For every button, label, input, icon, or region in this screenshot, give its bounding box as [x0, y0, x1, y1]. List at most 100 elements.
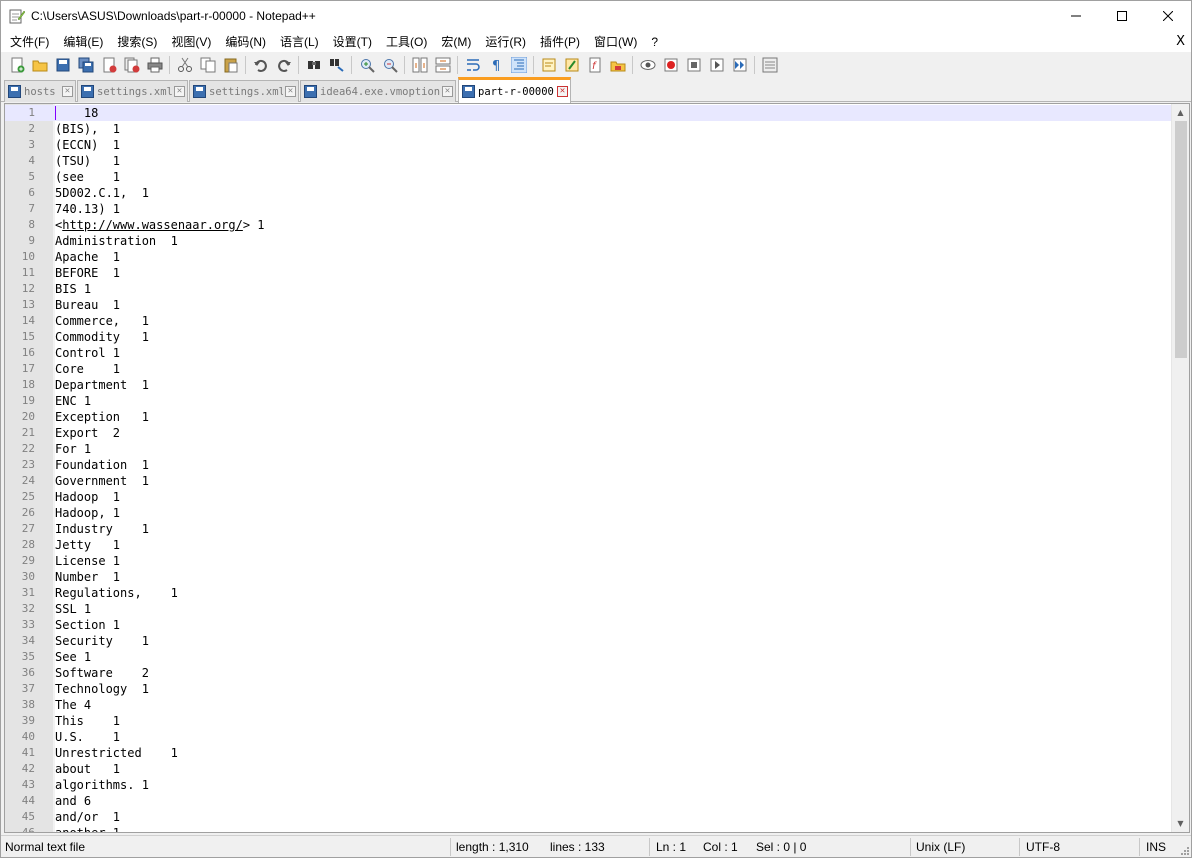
line-number: 37	[21, 682, 35, 695]
redo-icon	[277, 59, 291, 72]
menu-edit[interactable]: 编辑(E)	[56, 32, 110, 52]
line-number: 28	[21, 538, 35, 551]
find-button[interactable]	[302, 54, 325, 76]
notepadpp-window: C:\Users\ASUS\Downloads\part-r-00000 - N…	[0, 0, 1192, 858]
close-button[interactable]	[97, 54, 120, 76]
redo-button[interactable]	[272, 54, 295, 76]
indent-guide-icon	[510, 56, 527, 73]
tab-label: settings.xml	[209, 85, 283, 98]
menu-view[interactable]: 视图(V)	[164, 32, 218, 52]
menu-window[interactable]: 窗口(W)	[587, 32, 644, 52]
save-macro-button[interactable]	[728, 54, 751, 76]
close-document-button[interactable]: X	[1176, 31, 1185, 52]
undo-button[interactable]	[249, 54, 272, 76]
line-number: 23	[21, 458, 35, 471]
editor-line: 5 (see 1	[5, 169, 1171, 185]
text-editor[interactable]: 1 18 2 (BIS), 1 3 (ECCN) 1 4 (TSU) 1 5 (see 1 6 5D…	[4, 103, 1190, 833]
word-wrap-button[interactable]	[461, 54, 484, 76]
save-all-button[interactable]	[74, 54, 97, 76]
record-macro-button[interactable]	[636, 54, 659, 76]
menu-language[interactable]: 语言(L)	[273, 32, 326, 52]
menu-macro[interactable]: 宏(M)	[434, 32, 478, 52]
line-number: 38	[21, 698, 35, 711]
line-number: 27	[21, 522, 35, 535]
menu-encoding[interactable]: 编码(N)	[218, 32, 273, 52]
menu-settings[interactable]: 设置(T)	[326, 32, 379, 52]
print-button[interactable]	[143, 54, 166, 76]
stop-record-button[interactable]	[659, 54, 682, 76]
tab-close-icon[interactable]: ✕	[285, 86, 296, 97]
new-file-button[interactable]	[5, 54, 28, 76]
minimize-button[interactable]	[1053, 1, 1099, 31]
menu-help[interactable]: ?	[644, 32, 665, 52]
line-text: Commodity 1	[55, 330, 149, 344]
line-text: Control 1	[55, 346, 121, 360]
close-all-button[interactable]	[120, 54, 143, 76]
replace-button[interactable]	[325, 54, 348, 76]
show-all-chars-button[interactable]: ¶	[484, 54, 507, 76]
stop-record-icon	[664, 58, 677, 71]
editor-line: 18 Department 1	[5, 377, 1171, 393]
function-list-icon	[565, 58, 578, 71]
vertical-scrollbar[interactable]: ▲ ▼	[1171, 104, 1189, 832]
monitoring-button[interactable]	[606, 54, 629, 76]
zoom-out-button[interactable]	[378, 54, 401, 76]
line-number: 11	[21, 266, 35, 279]
menu-file[interactable]: 文件(F)	[3, 32, 56, 52]
save-button[interactable]	[51, 54, 74, 76]
line-text: Export 2	[55, 426, 121, 440]
resize-grip-icon[interactable]	[1179, 845, 1189, 855]
scrollbar-thumb[interactable]	[1175, 121, 1187, 358]
editor-line: 44 and 6	[5, 793, 1171, 809]
line-number: 39	[21, 714, 35, 727]
play-macro-button[interactable]	[682, 54, 705, 76]
sync-vertical-button[interactable]	[408, 54, 431, 76]
copy-button[interactable]	[196, 54, 219, 76]
zoom-in-button[interactable]	[355, 54, 378, 76]
function-list-button[interactable]	[560, 54, 583, 76]
launch-browser-button[interactable]	[758, 54, 781, 76]
line-number: 3	[28, 138, 35, 151]
tab-hosts[interactable]: hosts ✕	[4, 80, 76, 102]
tab-close-icon[interactable]: ✕	[442, 86, 453, 97]
paste-button[interactable]	[219, 54, 242, 76]
find-icon	[307, 60, 320, 69]
line-number: 34	[21, 634, 35, 647]
cut-button[interactable]	[173, 54, 196, 76]
url-link[interactable]: http://www.wassenaar.org/	[62, 218, 243, 232]
line-number: 6	[28, 186, 35, 199]
doc-map-button[interactable]	[537, 54, 560, 76]
menu-plugins[interactable]: 插件(P)	[533, 32, 587, 52]
tab-close-icon[interactable]: ✕	[62, 86, 73, 97]
tab-close-icon[interactable]: ✕	[174, 86, 185, 97]
tab-settings-xml-1[interactable]: settings.xml ✕	[77, 80, 188, 102]
sync-horizontal-button[interactable]	[431, 54, 454, 76]
scroll-down-arrow-icon[interactable]: ▼	[1172, 815, 1189, 832]
menu-search[interactable]: 搜索(S)	[110, 32, 164, 52]
editor-line: 46 another 1	[5, 825, 1171, 832]
maximize-button[interactable]	[1099, 1, 1145, 31]
indent-guide-button[interactable]	[507, 54, 530, 76]
folder-workspace-button[interactable]: f	[583, 54, 606, 76]
tab-part-r-00000[interactable]: part-r-00000 ✕	[458, 77, 571, 103]
scroll-up-arrow-icon[interactable]: ▲	[1172, 104, 1189, 121]
close-window-button[interactable]	[1145, 1, 1191, 31]
line-number: 5	[28, 170, 35, 183]
word-wrap-icon	[466, 58, 480, 71]
tab-close-icon[interactable]: ✕	[557, 86, 568, 97]
open-file-button[interactable]	[28, 54, 51, 76]
line-number: 15	[21, 330, 35, 343]
editor-line: 14 Commerce, 1	[5, 313, 1171, 329]
line-text: Hadoop 1	[55, 490, 121, 504]
run-macro-multiple-button[interactable]	[705, 54, 728, 76]
menu-run[interactable]: 运行(R)	[478, 32, 533, 52]
tab-idea64-vmoptions[interactable]: idea64.exe.vmoptions ✕	[300, 80, 456, 102]
menu-tools[interactable]: 工具(O)	[379, 32, 434, 52]
text-caret	[55, 106, 56, 120]
editor-line: 25 Hadoop 1	[5, 489, 1171, 505]
tab-settings-xml-2[interactable]: settings.xml ✕	[189, 80, 299, 102]
toolbar-separator	[245, 55, 246, 74]
line-text: See 1	[55, 650, 92, 664]
line-number: 30	[21, 570, 35, 583]
save-macro-icon	[733, 58, 746, 71]
